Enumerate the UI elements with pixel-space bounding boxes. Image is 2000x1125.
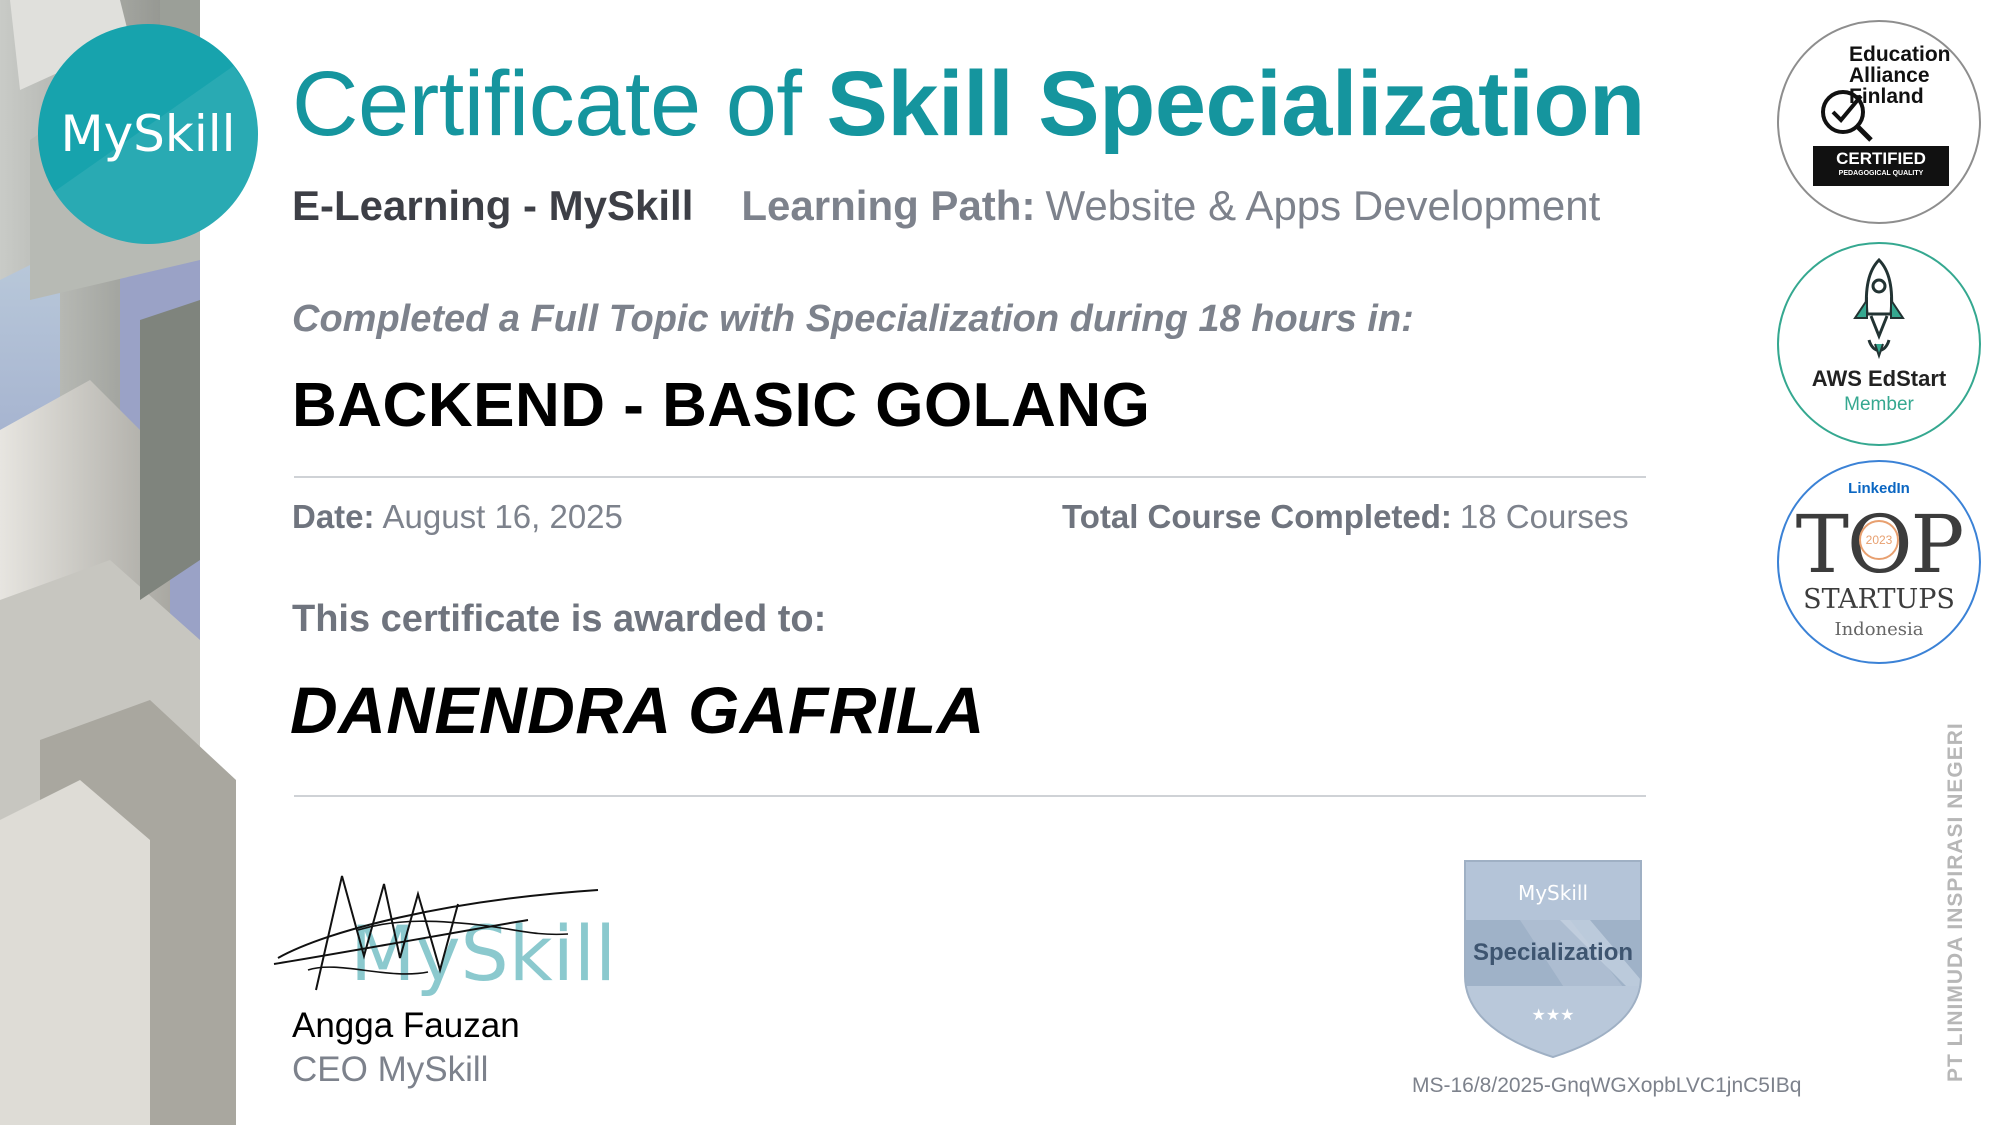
completion-statement: Completed a Full Topic with Specializati… <box>292 298 1414 340</box>
awarded-to-label: This certificate is awarded to: <box>292 598 827 640</box>
badge-label: Specialization <box>1473 939 1633 966</box>
total-courses-field: Total Course Completed: 18 Courses <box>1062 498 1629 536</box>
eaf-line2: Alliance <box>1849 64 1930 87</box>
divider-top <box>294 476 1646 478</box>
top-year: 2023 <box>1859 520 1899 560</box>
logo-text: MySkill <box>60 105 236 163</box>
title-prefix: Certificate of <box>292 53 827 155</box>
signer-title: CEO MySkill <box>292 1050 489 1089</box>
title-emphasis: Skill Specialization <box>826 53 1645 155</box>
certificate-title: Certificate of Skill Specialization <box>292 52 1645 157</box>
top-country: Indonesia <box>1834 619 1924 640</box>
date-label: Date: <box>292 498 375 535</box>
top-startups-label: STARTUPS <box>1803 584 1955 615</box>
linkedin-logo: LinkedIn <box>1848 480 1910 497</box>
signature-image: MySkill <box>268 860 618 1010</box>
eaf-subtext: PEDAGOGICAL QUALITY <box>1838 170 1924 177</box>
date-field: Date: August 16, 2025 <box>292 498 623 536</box>
eaf-ribbon: CERTIFIED PEDAGOGICAL QUALITY <box>1813 146 1949 186</box>
aws-edstart-badge: AWS EdStart Member <box>1777 242 1981 446</box>
specialization-badge: MySkill Specialization ★★★ <box>1460 856 1646 1059</box>
eaf-certified: CERTIFIED <box>1836 149 1926 168</box>
svg-text:MySkill: MySkill <box>350 909 616 998</box>
eaf-line1: Education <box>1849 43 1951 66</box>
total-courses-label: Total Course Completed: <box>1062 498 1452 535</box>
eaf-line3: Finland <box>1849 85 1924 108</box>
education-alliance-finland-badge: Education Alliance Finland CERTIFIED PED… <box>1777 20 1981 224</box>
badge-stars: ★★★ <box>1531 1005 1574 1024</box>
divider-bottom <box>294 795 1646 797</box>
signer-name: Angga Fauzan <box>292 1006 520 1045</box>
aws-title: AWS EdStart <box>1811 366 1947 391</box>
learning-path-value: Website & Apps Development <box>1045 182 1601 229</box>
date-value: August 16, 2025 <box>382 498 623 535</box>
aws-subtitle: Member <box>1844 394 1914 415</box>
organization-name: E-Learning - MySkill <box>292 182 694 229</box>
myskill-logo: MySkill <box>38 24 258 244</box>
subtitle-line: E-Learning - MySkill Learning Path: Websit… <box>292 182 1600 230</box>
eaf-name: Education Alliance Finland <box>1849 44 1951 107</box>
company-name-vertical: PT LINIMUDA INSPIRASI NEGERI <box>1944 722 1967 1082</box>
learning-path-label: Learning Path: <box>741 182 1036 229</box>
certificate-id: MS-16/8/2025-GnqWGXopbLVC1jnC5IBq <box>1412 1074 1802 1097</box>
recipient-name: DANENDRA GAFRILA <box>290 673 985 747</box>
rocket-icon <box>1853 257 1905 360</box>
linkedin-top-startups-badge: LinkedIn TOP 2023 STARTUPS Indonesia <box>1777 460 1981 664</box>
total-courses-value: 18 Courses <box>1459 498 1629 535</box>
badge-brand: MySkill <box>1518 881 1588 905</box>
course-name: BACKEND - BASIC GOLANG <box>292 371 1151 440</box>
